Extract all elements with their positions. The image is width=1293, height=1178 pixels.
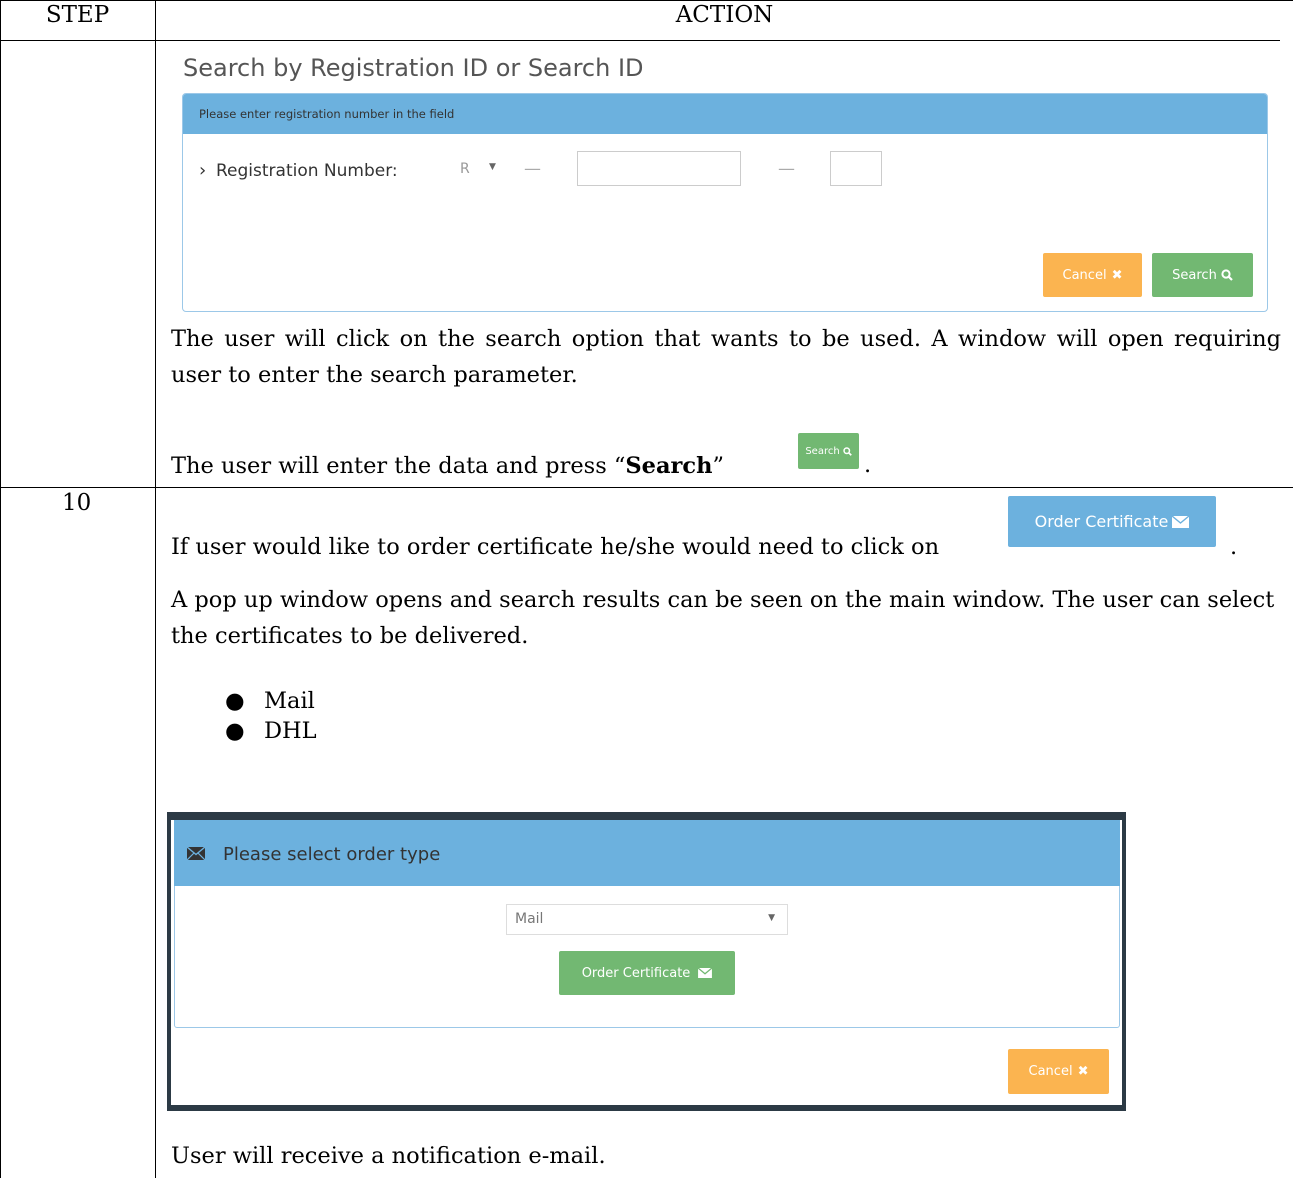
- header-row-divider: [0, 40, 1280, 41]
- caret-down-icon: ▼: [489, 162, 496, 172]
- modal-cancel-button[interactable]: Cancel ✖: [1008, 1049, 1109, 1094]
- bullet-dot: ●: [225, 718, 245, 744]
- registration-number-label: Registration Number:: [216, 161, 398, 181]
- registration-number-input[interactable]: [577, 151, 741, 186]
- search-panel-header-text: Please enter registration number in the …: [199, 107, 455, 121]
- bullet-label: Mail: [264, 688, 315, 714]
- p2-period: .: [864, 452, 872, 478]
- cancel-button[interactable]: Cancel ✖: [1043, 253, 1142, 297]
- bullet-item-mail: ● Mail: [225, 686, 317, 716]
- p3-period: .: [1230, 534, 1238, 560]
- order-certificate-image: Order Certificate: [1008, 496, 1216, 547]
- envelope-icon: [698, 968, 713, 978]
- bullet-item-dhl: ● DHL: [225, 716, 317, 746]
- row-divider: [0, 487, 1293, 488]
- instruction-paragraph-2: The user will enter the data and press “…: [171, 452, 724, 480]
- chevron-right-icon: ›: [199, 160, 207, 181]
- table-top-border: [0, 0, 1293, 1]
- inline-search-button: Search: [798, 433, 859, 469]
- column-divider: [155, 0, 156, 1178]
- p2-text-after: ”: [712, 453, 724, 479]
- envelope-icon: [1172, 515, 1190, 528]
- order-certificate-button[interactable]: Order Certificate: [559, 951, 735, 995]
- caret-down-icon: ▼: [768, 913, 775, 923]
- bullet-dot: ●: [225, 688, 245, 714]
- modal-cancel-label: Cancel: [1028, 1064, 1073, 1079]
- search-icon: [842, 446, 852, 456]
- close-icon: ✖: [1111, 267, 1123, 283]
- order-certificate-label: Order Certificate: [1034, 512, 1169, 531]
- step-number: 10: [62, 490, 92, 516]
- header-step: STEP: [45, 2, 110, 28]
- close-icon: ✖: [1077, 1064, 1089, 1079]
- order-certificate-button-label: Order Certificate: [581, 965, 691, 981]
- registration-suffix-input[interactable]: [830, 151, 882, 186]
- inline-search-label: Search: [805, 445, 840, 457]
- search-panel-title: Search by Registration ID or Search ID: [183, 54, 644, 82]
- order-type-value: Mail: [515, 911, 544, 927]
- search-button[interactable]: Search: [1152, 253, 1253, 297]
- envelope-icon: [187, 847, 205, 860]
- order-type-select[interactable]: Mail ▼: [506, 904, 788, 935]
- cancel-button-label: Cancel: [1062, 267, 1107, 283]
- dash-separator-1: —: [524, 159, 541, 179]
- p2-bold: Search: [625, 453, 713, 479]
- dash-separator-2: —: [778, 159, 795, 179]
- instruction-paragraph-4: A pop up window opens and search results…: [171, 587, 1275, 649]
- instruction-paragraph-5: User will receive a notification e-mail.: [171, 1143, 606, 1169]
- registration-prefix-select[interactable]: R ▼: [450, 155, 506, 183]
- search-panel-header: Please enter registration number in the …: [183, 94, 1267, 134]
- instruction-paragraph-3: If user would like to order certificate …: [171, 534, 940, 560]
- search-button-label: Search: [1172, 267, 1217, 283]
- modal-title: Please select order type: [223, 844, 441, 865]
- header-action: ACTION: [675, 2, 774, 28]
- p2-text: The user will enter the data and press “: [171, 453, 626, 479]
- prefix-value: R: [460, 161, 470, 177]
- modal-header: Please select order type: [174, 820, 1120, 886]
- search-icon: [1221, 269, 1233, 281]
- instruction-paragraph-1: The user will click on the search option…: [171, 326, 1281, 388]
- bullet-list: ● Mail ● DHL: [225, 686, 317, 746]
- bullet-label: DHL: [264, 718, 317, 744]
- table-left-border: [0, 0, 1, 1178]
